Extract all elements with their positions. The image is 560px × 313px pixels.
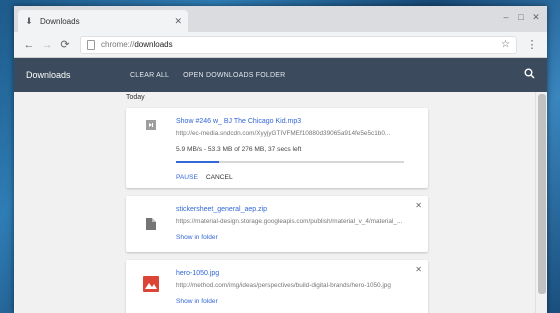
file-name-link[interactable]: stickersheet_general_aep.zip — [176, 206, 267, 213]
download-icon: ⬇ — [25, 15, 33, 26]
progress-bar — [176, 161, 404, 163]
tab-title: Downloads — [40, 16, 80, 26]
browser-toolbar: ← → ⟳ chrome://downloads ☆ ⋮ — [14, 32, 547, 58]
image-file-icon — [143, 276, 159, 292]
audio-file-icon — [146, 120, 156, 130]
search-icon[interactable] — [524, 68, 535, 82]
back-icon[interactable]: ← — [20, 39, 38, 51]
download-icon-column — [126, 196, 176, 252]
bookmark-star-icon[interactable]: ☆ — [501, 39, 510, 50]
show-in-folder-link[interactable]: Show in folder — [176, 234, 218, 241]
forward-icon[interactable]: → — [38, 39, 56, 51]
source-url-link[interactable]: http://ec-media.sndcdn.com/XyyjyGTIVFMEf… — [176, 130, 408, 137]
page-icon — [87, 39, 95, 50]
page-title: Downloads — [26, 70, 71, 80]
tab-close-icon[interactable]: ✕ — [174, 16, 182, 27]
downloads-list: Today Show #246 w_ BJ The Chicago Kid.mp… — [14, 92, 535, 313]
file-icon — [146, 218, 156, 230]
url-scheme: chrome:// — [101, 40, 135, 49]
date-heading: Today — [126, 94, 145, 101]
source-url-link[interactable]: https://material-design.storage.googleap… — [176, 218, 408, 225]
download-item: stickersheet_general_aep.zip https://mat… — [126, 196, 428, 252]
download-actions: PAUSE CANCEL — [176, 174, 233, 181]
close-window-icon[interactable]: ✕ — [529, 12, 543, 23]
url-host: downloads — [134, 40, 173, 49]
progress-fill — [176, 161, 220, 163]
source-url-link[interactable]: http://method.com/img/ideas/perspectives… — [176, 282, 408, 289]
menu-icon[interactable]: ⋮ — [523, 38, 541, 51]
downloads-header: Downloads CLEAR ALL OPEN DOWNLOADS FOLDE… — [14, 58, 547, 92]
download-item: hero-1050.jpg http://method.com/img/idea… — [126, 260, 428, 313]
browser-window: ⬇ Downloads ✕ – □ ✕ ← → ⟳ chrome://downl… — [14, 6, 547, 313]
file-name-link[interactable]: hero-1050.jpg — [176, 270, 219, 277]
download-status: 5.9 MB/s - 53.3 MB of 276 MB, 37 secs le… — [176, 146, 302, 153]
scrollbar-thumb[interactable] — [538, 94, 546, 294]
open-downloads-folder-button[interactable]: OPEN DOWNLOADS FOLDER — [183, 72, 285, 79]
remove-download-icon[interactable]: ✕ — [415, 201, 422, 210]
show-in-folder-link[interactable]: Show in folder — [176, 298, 218, 305]
reload-icon[interactable]: ⟳ — [56, 38, 74, 51]
tab-downloads[interactable]: ⬇ Downloads ✕ — [18, 10, 188, 32]
download-icon-column — [126, 108, 176, 188]
address-bar[interactable]: chrome://downloads ☆ — [80, 35, 517, 54]
remove-download-icon[interactable]: ✕ — [415, 265, 422, 274]
download-item: Show #246 w_ BJ The Chicago Kid.mp3 http… — [126, 108, 428, 188]
pause-button[interactable]: PAUSE — [176, 174, 198, 181]
scrollbar[interactable] — [535, 92, 547, 313]
file-name-link[interactable]: Show #246 w_ BJ The Chicago Kid.mp3 — [176, 118, 301, 125]
tab-strip: ⬇ Downloads ✕ – □ ✕ — [14, 6, 547, 32]
clear-all-button[interactable]: CLEAR ALL — [130, 72, 169, 79]
minimize-icon[interactable]: – — [499, 12, 513, 22]
download-icon-column — [126, 260, 176, 313]
cancel-button[interactable]: CANCEL — [206, 174, 233, 181]
maximize-icon[interactable]: □ — [514, 12, 528, 22]
